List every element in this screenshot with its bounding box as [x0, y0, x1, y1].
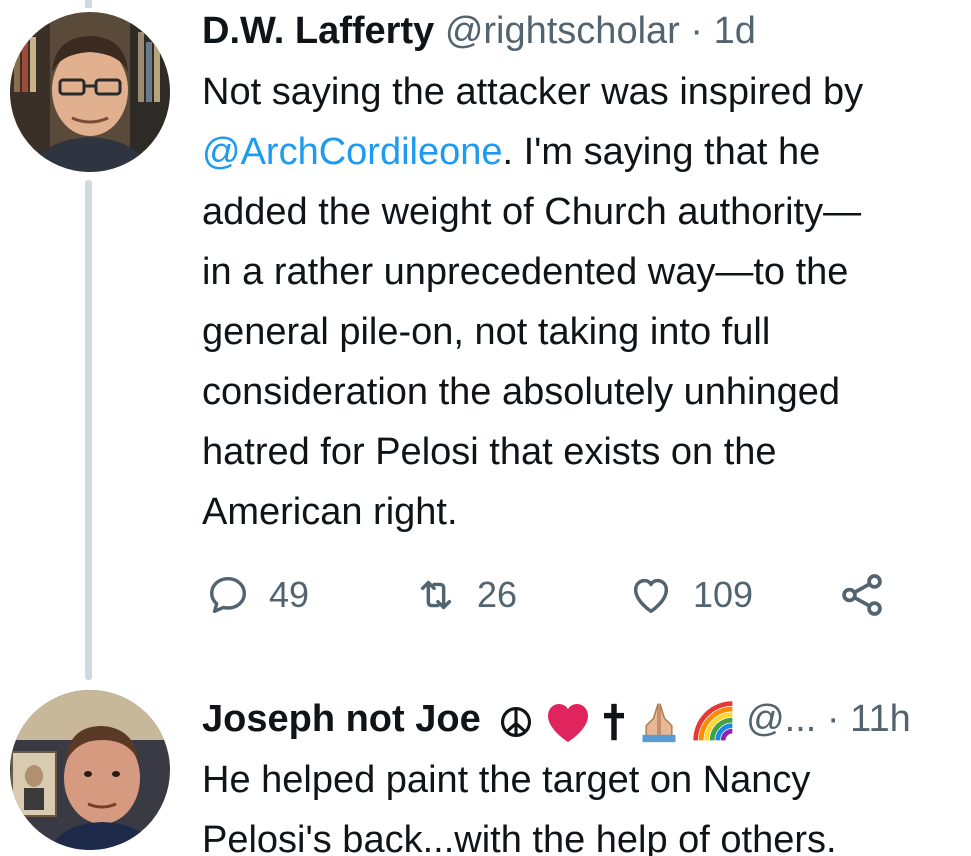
- tweet-body: He helped paint the target on Nancy Pelo…: [202, 750, 971, 856]
- tweet-actions-bar: 49 26 109: [205, 570, 905, 620]
- separator-dot: ·: [826, 698, 840, 740]
- peace-symbol-icon: [501, 707, 532, 738]
- tweet-line: Not saying the attacker was inspired by: [202, 71, 864, 113]
- retweet-count: 26: [477, 574, 518, 615]
- like-button[interactable]: 109: [627, 570, 753, 620]
- tweet-body: Not saying the attacker was inspired by …: [202, 62, 971, 542]
- thread-connector-line: [85, 180, 92, 680]
- avatar-photo-icon: [10, 12, 170, 172]
- tweet-line: American right.: [202, 491, 458, 533]
- avatar-photo-icon: [10, 690, 170, 850]
- tweet-line: Pelosi's back...with the help of others.: [202, 819, 837, 856]
- tweet-line: in a rather unprecedented way—to the: [202, 251, 849, 293]
- name-emoji-group: [499, 697, 735, 744]
- share-button[interactable]: [837, 570, 887, 620]
- retweet-button[interactable]: 26: [413, 570, 517, 620]
- red-heart-icon: [547, 704, 588, 743]
- tweet-header: D.W. Lafferty @rightscholar · 1d: [202, 8, 971, 54]
- author-display-name[interactable]: D.W. Lafferty: [202, 10, 434, 52]
- reply-button[interactable]: 49: [205, 570, 309, 620]
- tweet-joseph-not-joe[interactable]: Joseph not Joe @... · 11h He helped pain…: [202, 696, 971, 856]
- avatar-dw-lafferty[interactable]: [10, 12, 170, 172]
- tweet-line: general pile-on, not taking into full: [202, 311, 771, 353]
- tweet-line-rest: . I'm saying that he: [502, 131, 821, 173]
- thread-connector-top: [85, 0, 92, 8]
- author-handle[interactable]: @rightscholar: [445, 10, 680, 52]
- share-nodes-icon: [842, 574, 882, 616]
- reply-bubble-icon: [209, 576, 247, 614]
- reply-count: 49: [269, 574, 310, 615]
- folded-hands-icon: [642, 703, 676, 743]
- author-handle[interactable]: @...: [746, 698, 816, 740]
- author-display-name[interactable]: Joseph not Joe: [202, 698, 481, 740]
- tweet-line: added the weight of Church authority—: [202, 191, 862, 233]
- tweet-header: Joseph not Joe @... · 11h: [202, 696, 971, 744]
- tweet-line: @ArchCordileone. I'm saying that he: [202, 122, 971, 182]
- retweet-arrows-icon: [420, 580, 452, 610]
- avatar-joseph-not-joe[interactable]: [10, 690, 170, 850]
- latin-cross-icon: [604, 704, 625, 741]
- separator-dot: ·: [690, 10, 704, 52]
- rainbow-icon: [692, 701, 733, 742]
- heart-outline-icon: [633, 578, 669, 614]
- tweet-dw-lafferty[interactable]: D.W. Lafferty @rightscholar · 1d Not say…: [202, 8, 971, 542]
- tweet-line: consideration the absolutely unhinged: [202, 371, 841, 413]
- mention-link[interactable]: @ArchCordileone: [202, 131, 503, 173]
- like-count: 109: [693, 574, 754, 615]
- tweet-line: He helped paint the target on Nancy: [202, 759, 811, 802]
- tweet-timestamp[interactable]: 11h: [850, 698, 911, 740]
- tweet-timestamp[interactable]: 1d: [714, 10, 756, 52]
- tweet-line: hatred for Pelosi that exists on the: [202, 431, 777, 473]
